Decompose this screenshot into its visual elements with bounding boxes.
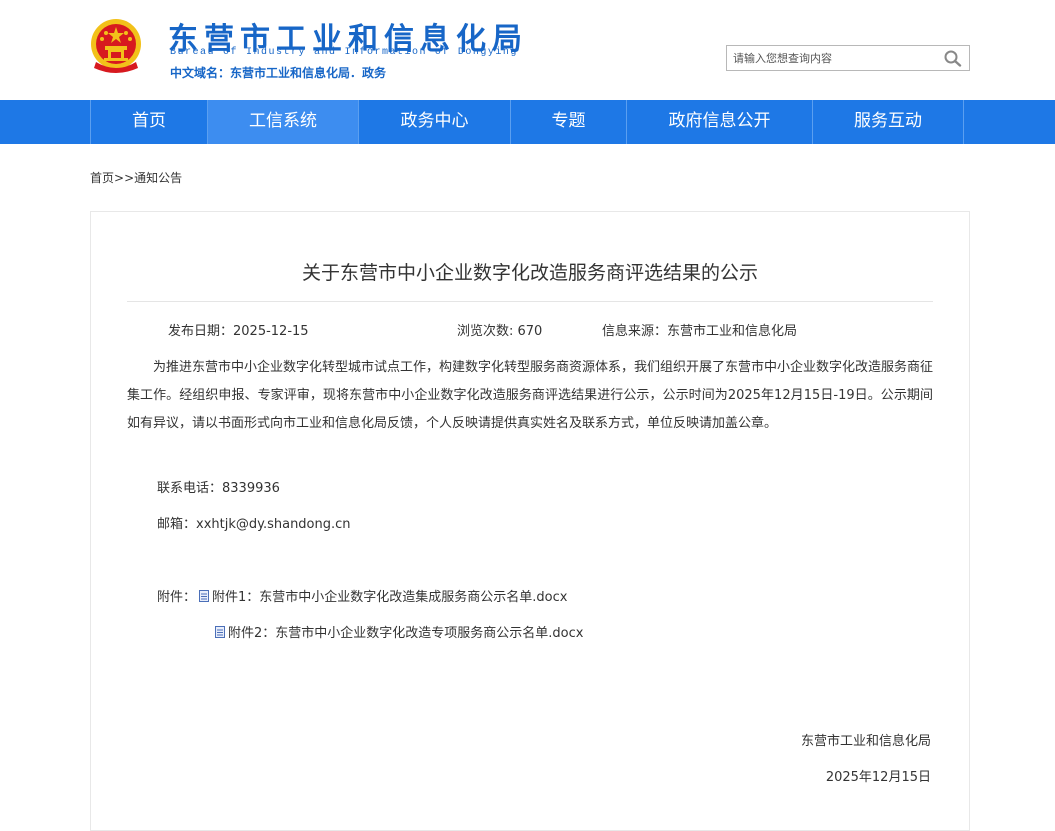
search-box: [726, 45, 970, 71]
article-body: 为推进东营市中小企业数字化转型城市试点工作，构建数字化转型服务商资源体系，我们组…: [127, 360, 934, 431]
view-count: 浏览次数: 670: [457, 324, 543, 339]
title-en-word: Dongying: [457, 47, 518, 58]
contact-email: 邮箱：xxhtjk@dy.shandong.cn: [157, 517, 351, 532]
title-en-word: of: [222, 47, 238, 58]
attachment-label[interactable]: 附件1：东营市中小企业数字化改造集成服务商公示名单.docx: [212, 586, 567, 605]
signature-date: 2025年12月15日: [825, 770, 931, 785]
info-source: 信息来源：东营市工业和信息化局: [602, 324, 798, 339]
breadcrumb-home-link[interactable]: 首页: [90, 171, 114, 185]
title-en-word: of: [434, 47, 450, 58]
search-input[interactable]: [727, 46, 933, 70]
breadcrumb: 首页>>通知公告: [90, 169, 182, 186]
nav-home[interactable]: 首页: [90, 100, 207, 144]
title-en-word: and: [313, 47, 337, 58]
title-en-word: Information: [344, 47, 427, 58]
nav-topics[interactable]: 专题: [510, 100, 626, 144]
site-domain: 中文域名：东营市工业和信息化局．政务: [170, 66, 387, 80]
publish-date: 发布日期：2025-12-15: [168, 324, 309, 339]
attachment-label[interactable]: 附件2：东营市中小企业数字化改造专项服务商公示名单.docx: [228, 622, 583, 641]
nav-service-interaction[interactable]: 服务互动: [812, 100, 964, 144]
breadcrumb-current-link[interactable]: 通知公告: [134, 171, 182, 185]
title-divider: [127, 301, 933, 302]
contact-phone: 联系电话：8339936: [157, 481, 280, 496]
signature-org: 东营市工业和信息化局: [800, 734, 931, 749]
nav-info-disclosure[interactable]: 政府信息公开: [626, 100, 812, 144]
nav-industry-system[interactable]: 工信系统: [207, 100, 358, 144]
docx-file-icon: [199, 589, 209, 602]
attachment-link-1[interactable]: 附件1：东营市中小企业数字化改造集成服务商公示名单.docx: [199, 586, 567, 605]
national-emblem-icon[interactable]: [90, 18, 142, 76]
nav-government-center[interactable]: 政务中心: [358, 100, 510, 144]
title-en-word: Industry: [245, 47, 306, 58]
site-header: 东营市工业和信息化局 Bureau of Industry and Inform…: [0, 0, 1055, 100]
title-en-word: Bureau: [170, 47, 216, 58]
search-icon[interactable]: [943, 49, 963, 67]
attachments-label: 附件：: [157, 590, 197, 605]
docx-file-icon: [215, 625, 225, 638]
article-container: 关于东营市中小企业数字化改造服务商评选结果的公示 发布日期：2025-12-15…: [90, 211, 970, 831]
attachment-link-2[interactable]: 附件2：东营市中小企业数字化改造专项服务商公示名单.docx: [215, 622, 583, 641]
site-title-english: Bureau of Industry and Information of Do…: [170, 47, 518, 58]
main-nav: 首页 工信系统 政务中心 专题 政府信息公开 服务互动: [0, 100, 1055, 144]
breadcrumb-separator: >>: [114, 171, 135, 185]
article-title: 关于东营市中小企业数字化改造服务商评选结果的公示: [301, 262, 758, 284]
